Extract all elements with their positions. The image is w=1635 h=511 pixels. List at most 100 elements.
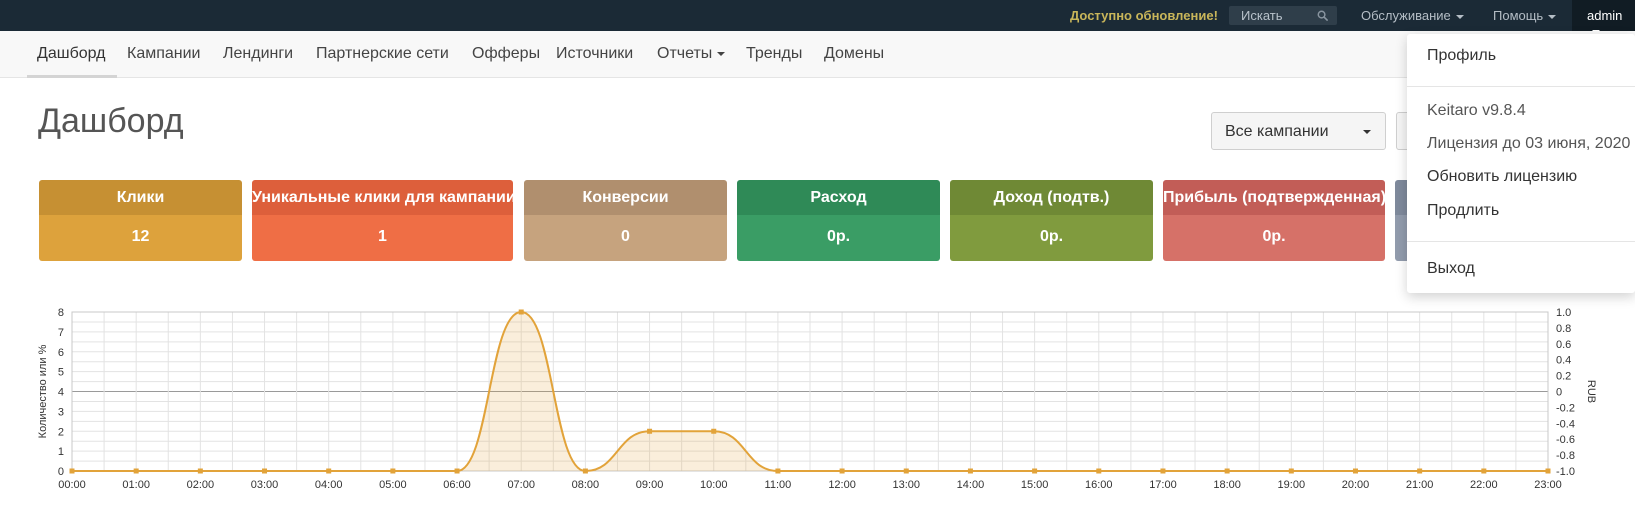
metric-card-unique-clicks: Уникальные клики для кампании 1 [252,180,513,261]
y2-tick-label: 1.0 [1556,307,1571,319]
x-tick-label: 04:00 [315,479,343,491]
y2-tick-label: -0.2 [1556,402,1575,414]
x-tick-label: 06:00 [443,479,471,491]
license-info: Лицензия до 03 июня, 2020 [1427,135,1631,152]
nav-offers[interactable]: Офферы [472,45,540,63]
help-menu[interactable]: Помощь [1493,8,1557,23]
nav-affiliate-networks[interactable]: Партнерские сети [316,45,449,63]
x-tick-label: 12:00 [828,479,856,491]
nav-landings[interactable]: Лендинги [223,45,293,63]
nav-sources[interactable]: Источники [556,45,633,63]
campaign-select-value: Все кампании [1225,123,1329,140]
metric-card-label: Расход [737,180,940,215]
nav-reports-label: Отчеты [657,45,713,62]
y2-tick-label: -0.6 [1556,434,1575,446]
data-point [326,468,332,474]
data-point [1224,468,1230,474]
nav-campaigns[interactable]: Кампании [127,45,201,63]
x-tick-label: 09:00 [636,479,664,491]
chevron-down-icon [1548,14,1557,19]
data-point [390,468,396,474]
data-point [1096,468,1102,474]
x-tick-label: 22:00 [1470,479,1498,491]
data-point [1032,468,1038,474]
data-point [903,468,909,474]
metric-card-label: Клики [39,180,242,215]
metric-card-conversions: Конверсии 0 [524,180,727,261]
y-tick-label: 6 [58,347,64,359]
page-title: Дашборд [38,102,184,140]
search-box[interactable] [1229,6,1337,25]
menu-item-renew-license[interactable]: Обновить лицензию [1427,168,1577,186]
data-point [647,428,653,434]
x-tick-label: 07:00 [507,479,535,491]
data-point [967,468,973,474]
nav-active-indicator [27,75,117,78]
user-menu[interactable]: admin [1572,0,1635,34]
metric-card-revenue: Доход (подтв.) 0р. [950,180,1153,261]
x-tick-label: 02:00 [187,479,215,491]
service-menu-label: Обслуживание [1361,8,1451,23]
metric-card-label: Прибыль (подтвержденная) [1163,180,1385,215]
data-point [69,468,75,474]
chevron-down-icon [717,51,726,56]
x-tick-label: 08:00 [572,479,600,491]
x-tick-label: 20:00 [1342,479,1370,491]
y-tick-label: 5 [58,367,64,379]
menu-item-logout[interactable]: Выход [1427,260,1475,278]
main-nav: Дашборд Кампании Лендинги Партнерские се… [0,31,1635,78]
y-axis-label: Количество или % [37,344,49,438]
data-point [1417,468,1423,474]
top-bar: Доступно обновление! Обслуживание Помощь… [0,0,1635,34]
y2-tick-label: 0.6 [1556,339,1571,351]
x-tick-label: 00:00 [58,479,86,491]
nav-domains[interactable]: Домены [824,45,884,63]
x-tick-label: 10:00 [700,479,728,491]
menu-item-extend[interactable]: Продлить [1427,202,1499,220]
help-menu-label: Помощь [1493,8,1544,23]
y2-tick-label: -0.4 [1556,418,1575,430]
data-point [454,468,460,474]
nav-trends[interactable]: Тренды [746,45,802,63]
x-tick-label: 13:00 [892,479,920,491]
metric-card-value: 12 [39,215,242,261]
data-point [518,309,524,315]
x-tick-label: 14:00 [957,479,985,491]
menu-item-profile[interactable]: Профиль [1427,47,1496,65]
data-point [711,428,717,434]
menu-divider [1407,241,1635,242]
nav-dashboard[interactable]: Дашборд [37,45,106,63]
y2-axis-label: RUB [1585,380,1597,403]
metric-card-value: 1 [252,215,513,261]
y-tick-label: 8 [58,307,64,319]
y2-tick-label: 0.2 [1556,371,1571,383]
y2-tick-label: -1.0 [1556,466,1575,478]
y-tick-label: 4 [58,387,64,399]
metric-card-profit: Прибыль (подтвержденная) 0р. [1163,180,1385,261]
service-menu[interactable]: Обслуживание [1361,8,1464,23]
campaign-select[interactable]: Все кампании [1211,112,1386,150]
x-tick-label: 15:00 [1021,479,1049,491]
metric-card-clicks: Клики 12 [39,180,242,261]
y-tick-label: 2 [58,426,64,438]
x-tick-label: 18:00 [1213,479,1241,491]
metric-card-value: 0р. [1163,215,1385,261]
y-tick-label: 7 [58,327,64,339]
data-point [262,468,268,474]
data-point [775,468,781,474]
search-icon[interactable] [1317,10,1328,21]
nav-reports[interactable]: Отчеты [657,45,726,63]
data-point [133,468,139,474]
version-info: Keitaro v9.8.4 [1427,102,1526,119]
y-tick-label: 0 [58,466,64,478]
x-tick-label: 05:00 [379,479,407,491]
x-tick-label: 16:00 [1085,479,1113,491]
metric-card-value: 0р. [950,215,1153,261]
metric-card-label: Конверсии [524,180,727,215]
metric-card-label: Доход (подтв.) [950,180,1153,215]
data-point [1352,468,1358,474]
search-input[interactable] [1229,6,1315,25]
x-tick-label: 23:00 [1534,479,1562,491]
update-available-link[interactable]: Доступно обновление! [1070,8,1218,23]
y-tick-label: 3 [58,406,64,418]
